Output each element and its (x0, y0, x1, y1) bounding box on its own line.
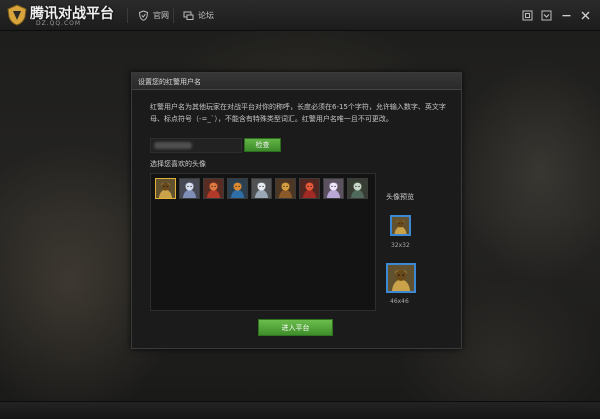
chevron-down-icon (541, 10, 551, 20)
avatar-preview-small-size: 32x32 (391, 242, 410, 249)
nav-divider (127, 8, 128, 23)
avatar-option[interactable] (203, 178, 224, 199)
username-input-value-obscured (154, 142, 192, 149)
status-bar (0, 401, 600, 419)
close-button[interactable] (578, 8, 592, 22)
shield-icon (138, 10, 149, 21)
avatar-option[interactable] (323, 178, 344, 199)
skin-button[interactable] (520, 8, 534, 22)
avatar-grid (150, 173, 376, 311)
avatar-option[interactable] (179, 178, 200, 199)
username-rules-text: 红警用户名为其他玩家在对战平台对你的称呼，长度必须在6-15个字符，允许输入数字… (150, 103, 446, 123)
avatar-option[interactable] (275, 178, 296, 199)
minimize-button[interactable] (559, 8, 573, 22)
dialog-header: 设置您的红警用户名 (132, 73, 461, 90)
avatar-preview-large (386, 263, 416, 293)
app-logo: 腾讯对战平台 DZ.QQ.COM (6, 3, 116, 29)
minimize-icon (562, 14, 570, 16)
avatar-option[interactable] (155, 178, 176, 199)
choose-avatar-label: 选择您喜欢的头像 (150, 160, 206, 168)
close-icon (581, 11, 589, 19)
skin-icon (522, 10, 532, 20)
nav-divider (173, 8, 174, 23)
menu-dropdown-button[interactable] (539, 8, 553, 22)
avatar-preview-label: 头像预览 (386, 193, 414, 201)
avatar-option[interactable] (347, 178, 368, 199)
logo-subtext: DZ.QQ.COM (36, 20, 82, 27)
avatar-option[interactable] (299, 178, 320, 199)
enter-platform-button[interactable]: 进入平台 (258, 319, 333, 336)
forum-icon (183, 11, 194, 20)
avatar-preview-large-size: 46x46 (390, 298, 409, 305)
avatar-option[interactable] (251, 178, 272, 199)
check-button[interactable]: 检查 (244, 138, 281, 152)
set-username-dialog: 设置您的红警用户名 红警用户名为其他玩家在对战平台对你的称呼，长度必须在6-15… (131, 72, 462, 349)
nav-label: 论坛 (198, 11, 214, 20)
logo-icon (7, 4, 27, 26)
avatar-option[interactable] (227, 178, 248, 199)
nav-item-forum[interactable]: 论坛 (183, 9, 214, 22)
dialog-title: 设置您的红警用户名 (138, 78, 201, 86)
title-bar: 腾讯对战平台 DZ.QQ.COM 官网 论坛 (0, 0, 600, 31)
avatar-preview-small (390, 215, 411, 236)
nav-label: 官网 (153, 11, 169, 20)
nav-item-official-site[interactable]: 官网 (138, 9, 169, 22)
